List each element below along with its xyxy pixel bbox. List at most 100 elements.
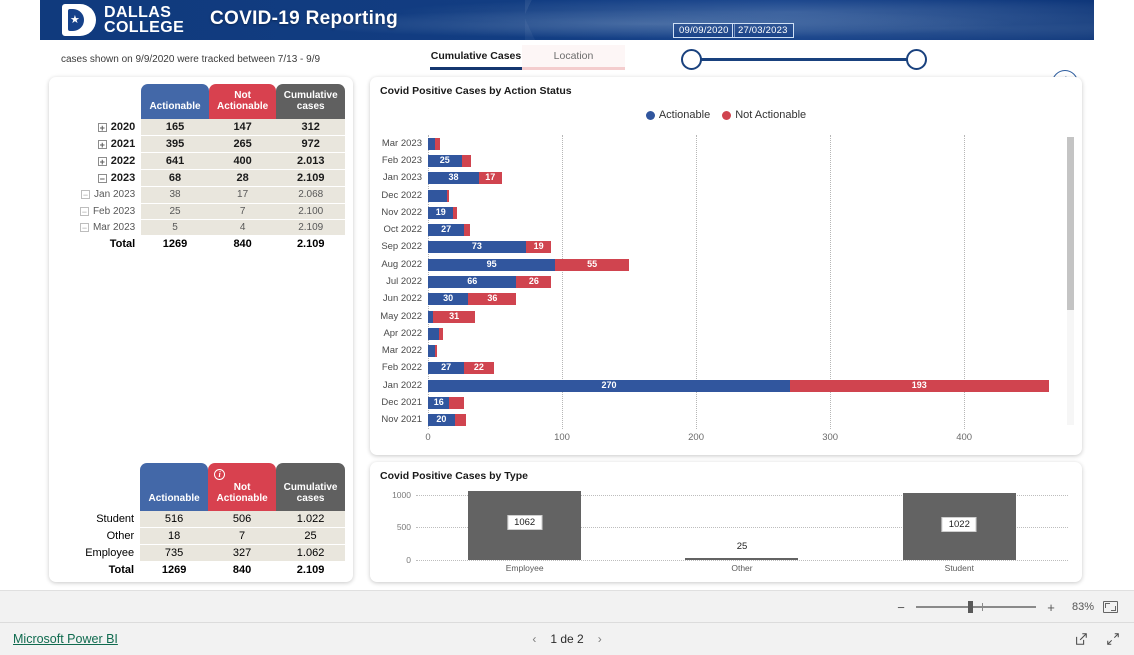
- bar-segment-actionable[interactable]: [428, 327, 439, 340]
- bar-group[interactable]: Dec 2021 16: [381, 397, 465, 410]
- bar-segment-not-actionable[interactable]: 193: [789, 379, 1049, 392]
- bar-segment-actionable[interactable]: 73: [428, 241, 526, 254]
- bar-column[interactable]: 25 Other: [685, 541, 799, 573]
- bar-segment-not-actionable[interactable]: 17: [478, 172, 502, 185]
- collapse-toggle[interactable]: −: [79, 222, 89, 232]
- table-row[interactable]: − Jan 2023 38 17 2.068: [55, 186, 345, 204]
- bar-segment-not-actionable[interactable]: [446, 189, 450, 202]
- table-row[interactable]: Student 516 506 1.022: [55, 511, 345, 528]
- cell-cumulative: 1.062: [276, 544, 345, 562]
- bar-column[interactable]: 1022 Student: [902, 493, 1016, 573]
- bar-segment-actionable[interactable]: [428, 189, 447, 202]
- bar-segment-not-actionable[interactable]: [461, 154, 471, 167]
- bar-segment-actionable[interactable]: [428, 345, 435, 358]
- bar-segment-not-actionable[interactable]: [453, 206, 458, 219]
- bar-group[interactable]: Mar 2023: [382, 137, 441, 150]
- bar-segment-not-actionable[interactable]: [464, 224, 470, 237]
- bar-column[interactable]: 1062 Employee: [468, 490, 582, 573]
- bar-segment-not-actionable[interactable]: 55: [555, 258, 630, 271]
- table-row[interactable]: +2022 641 400 2.013: [55, 152, 345, 171]
- slider-handle-end[interactable]: [906, 49, 927, 70]
- bar-segment-actionable[interactable]: 20: [428, 414, 455, 427]
- table-row[interactable]: +2021 395 265 972: [55, 135, 345, 154]
- bar-segment-not-actionable[interactable]: [454, 414, 466, 427]
- column-header-cumulative-cases[interactable]: Cumulative cases: [276, 84, 345, 119]
- table-row[interactable]: −2023 68 28 2.109: [55, 169, 345, 188]
- chevron-left-icon[interactable]: ‹: [532, 632, 536, 646]
- bar-group[interactable]: Nov 2021 20: [381, 414, 466, 427]
- bar-segment-actionable[interactable]: 25: [428, 154, 462, 167]
- bar-group[interactable]: Nov 2022 19: [381, 206, 458, 219]
- table-row[interactable]: +2020 165 147 312: [55, 119, 345, 137]
- tab-location[interactable]: Location: [522, 45, 625, 70]
- bar-segment-not-actionable[interactable]: [449, 397, 465, 410]
- bar-segment-actionable[interactable]: 16: [428, 397, 450, 410]
- chevron-right-icon[interactable]: ›: [598, 632, 602, 646]
- bar-group[interactable]: Jan 2022 270 193: [383, 379, 1049, 392]
- bar-segment-actionable[interactable]: 27: [428, 224, 465, 237]
- expand-toggle[interactable]: +: [97, 122, 107, 132]
- bar-segment-not-actionable[interactable]: [434, 345, 438, 358]
- bar-segment-actionable[interactable]: [428, 137, 435, 150]
- fit-to-page-icon[interactable]: [1103, 601, 1118, 613]
- expand-toggle[interactable]: +: [97, 156, 107, 166]
- cell-cumulative: 25: [276, 527, 345, 545]
- bar-segment-actionable[interactable]: 19: [428, 206, 454, 219]
- bar-group[interactable]: Sep 2022 73 19: [381, 241, 552, 254]
- legend-item-not-actionable[interactable]: Not Actionable: [722, 109, 806, 121]
- fullscreen-icon[interactable]: [1106, 632, 1120, 646]
- bar-group[interactable]: Feb 2022 27 22: [382, 362, 494, 375]
- bar-group[interactable]: Apr 2022: [383, 327, 443, 340]
- column-header-not-actionable[interactable]: Not Actionable: [208, 84, 277, 119]
- bar-segment-actionable[interactable]: 66: [428, 276, 517, 288]
- bar-segment-not-actionable[interactable]: 31: [433, 310, 475, 323]
- bar-group[interactable]: Aug 2022 95 55: [381, 258, 630, 271]
- bar-segment-actionable[interactable]: 270: [428, 379, 790, 392]
- bar-group[interactable]: Oct 2022 27: [383, 224, 470, 237]
- legend-item-actionable[interactable]: Actionable: [645, 109, 710, 121]
- bar-segment-not-actionable[interactable]: 22: [464, 362, 494, 375]
- collapse-toggle[interactable]: −: [79, 206, 89, 216]
- column-header-actionable[interactable]: Actionable: [140, 463, 209, 511]
- share-icon[interactable]: [1074, 632, 1088, 646]
- column-header-cumulative-cases[interactable]: Cumulative cases: [276, 463, 345, 511]
- bar-segment-not-actionable[interactable]: 19: [525, 241, 552, 254]
- bar-segment-not-actionable[interactable]: 36: [468, 293, 517, 306]
- bar-value-label: 26: [528, 276, 539, 286]
- slider-handle-start[interactable]: [681, 49, 702, 70]
- scrollbar-thumb[interactable]: [1067, 137, 1074, 310]
- bar-segment-actionable[interactable]: 27: [428, 362, 465, 375]
- info-icon[interactable]: i: [214, 469, 226, 480]
- bar-group[interactable]: Mar 2022: [382, 345, 438, 358]
- bar-group[interactable]: Jul 2022 66 26: [386, 276, 552, 288]
- bar-segment-actionable[interactable]: 38: [428, 172, 479, 185]
- legend-label: Not Actionable: [735, 109, 807, 121]
- chart-vertical-scrollbar[interactable]: [1067, 137, 1074, 425]
- bar-group[interactable]: Feb 2023 25: [382, 154, 471, 167]
- bar-group[interactable]: Jan 2023 38 17: [383, 172, 502, 185]
- bar-group[interactable]: May 2022 31: [380, 310, 475, 323]
- x-axis-tick-label: 300: [822, 432, 839, 443]
- table-row[interactable]: Employee 735 327 1.062: [55, 544, 345, 562]
- bar-segment-not-actionable[interactable]: [438, 327, 443, 340]
- zoom-slider[interactable]: [916, 601, 1036, 613]
- column-header-not-actionable[interactable]: i Not Actionable: [208, 463, 277, 511]
- tab-cumulative-cases[interactable]: Cumulative Cases: [430, 45, 522, 70]
- table-row[interactable]: − Mar 2023 5 4 2.109: [55, 219, 345, 236]
- bar-group[interactable]: Jun 2022 30 36: [383, 293, 517, 306]
- zoom-in-button[interactable]: +: [1045, 600, 1057, 615]
- column-header-actionable[interactable]: Actionable: [141, 84, 209, 119]
- table-row[interactable]: − Feb 2023 25 7 2.100: [55, 203, 345, 220]
- expand-toggle[interactable]: +: [97, 139, 107, 149]
- zoom-slider-thumb[interactable]: [968, 601, 973, 613]
- date-range-slider[interactable]: [680, 48, 928, 72]
- table-row[interactable]: Other 18 7 25: [55, 527, 345, 545]
- bar-group[interactable]: Dec 2022: [381, 189, 450, 202]
- bar-segment-actionable[interactable]: 95: [428, 258, 556, 271]
- zoom-out-button[interactable]: −: [895, 600, 907, 615]
- bar-segment-actionable[interactable]: 30: [428, 293, 469, 306]
- bar-segment-not-actionable[interactable]: [434, 137, 441, 150]
- collapse-toggle[interactable]: −: [97, 173, 107, 183]
- collapse-toggle[interactable]: −: [81, 190, 91, 200]
- bar-segment-not-actionable[interactable]: 26: [516, 276, 552, 288]
